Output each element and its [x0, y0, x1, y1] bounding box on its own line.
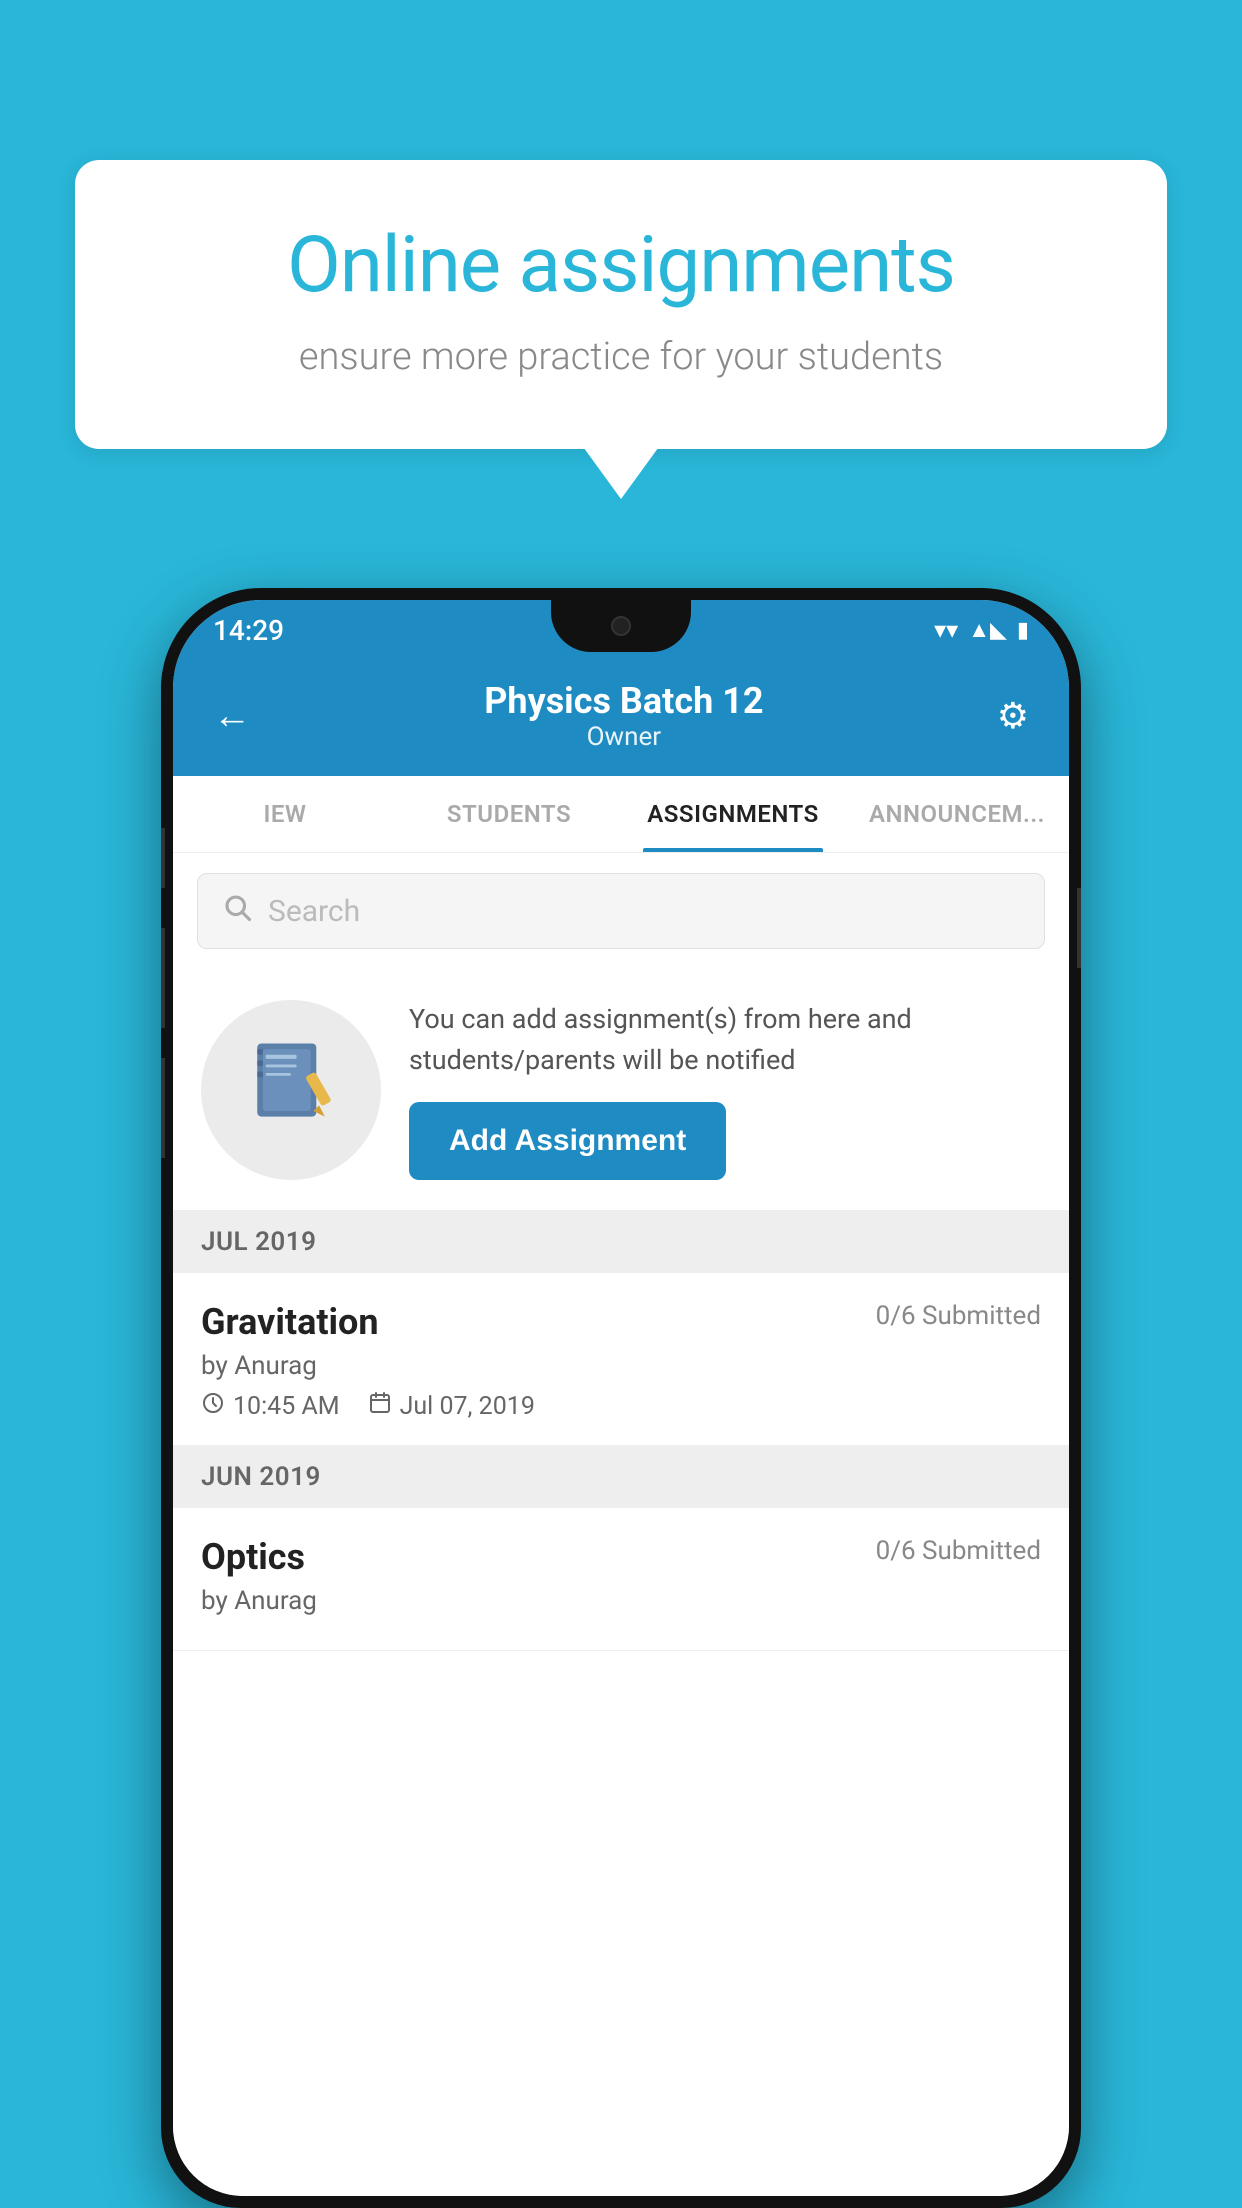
assignment-top-row-optics: Optics 0/6 Submitted [201, 1536, 1041, 1578]
assignment-by-optics: by Anurag [201, 1586, 1041, 1616]
silent-button [161, 828, 165, 888]
assignment-item-gravitation[interactable]: Gravitation 0/6 Submitted by Anurag 10:4… [173, 1273, 1069, 1446]
add-assignment-button[interactable]: Add Assignment [409, 1102, 726, 1180]
status-time: 14:29 [213, 614, 284, 647]
phone-notch [551, 600, 691, 652]
section-header-jul-2019: JUL 2019 [173, 1211, 1069, 1273]
speech-bubble-card: Online assignments ensure more practice … [75, 160, 1167, 449]
search-placeholder: Search [268, 894, 360, 929]
wifi-icon: ▾▾ [934, 616, 958, 644]
search-container: Search [173, 853, 1069, 969]
tab-students[interactable]: STUDENTS [397, 776, 621, 852]
phone-screen: 14:29 ▾▾ ▲◣ ▮ ← Physics Batch 12 Owner ⚙… [173, 600, 1069, 2196]
status-icons: ▾▾ ▲◣ ▮ [934, 616, 1029, 644]
tab-iew[interactable]: IEW [173, 776, 397, 852]
promo-description: You can add assignment(s) from here and … [409, 999, 1041, 1080]
clock-icon [201, 1391, 225, 1421]
assignment-name: Gravitation [201, 1301, 379, 1343]
signal-icon: ▲◣ [968, 617, 1007, 643]
promo-icon-circle [201, 1000, 381, 1180]
back-button[interactable]: ← [213, 694, 251, 738]
meta-time: 10:45 AM [201, 1391, 340, 1421]
calendar-icon [368, 1391, 392, 1421]
search-icon [222, 892, 252, 930]
phone-frame: 14:29 ▾▾ ▲◣ ▮ ← Physics Batch 12 Owner ⚙… [161, 588, 1081, 2208]
app-content: Search [173, 853, 1069, 2196]
settings-icon[interactable]: ⚙ [997, 695, 1029, 737]
assignment-by: by Anurag [201, 1351, 1041, 1381]
assignment-time: 10:45 AM [233, 1392, 340, 1421]
notebook-icon [246, 1035, 336, 1145]
assignment-date: Jul 07, 2019 [400, 1392, 535, 1421]
tabs-bar: IEW STUDENTS ASSIGNMENTS ANNOUNCEM... [173, 776, 1069, 853]
search-bar[interactable]: Search [197, 873, 1045, 949]
meta-date: Jul 07, 2019 [368, 1391, 535, 1421]
assignment-top-row: Gravitation 0/6 Submitted [201, 1301, 1041, 1343]
assignment-name-optics: Optics [201, 1536, 305, 1578]
battery-icon: ▮ [1017, 618, 1029, 643]
speech-bubble-subtitle: ensure more practice for your students [145, 335, 1097, 379]
assignment-submitted: 0/6 Submitted [876, 1301, 1041, 1331]
assignment-submitted-optics: 0/6 Submitted [876, 1536, 1041, 1566]
tab-assignments[interactable]: ASSIGNMENTS [621, 776, 845, 852]
assignment-meta: 10:45 AM Jul 07, 2019 [201, 1391, 1041, 1421]
promo-content: You can add assignment(s) from here and … [409, 999, 1041, 1180]
volume-down-button [161, 1058, 165, 1158]
header-title-group: Physics Batch 12 Owner [251, 680, 997, 752]
volume-up-button [161, 928, 165, 1028]
section-header-jun-2019: JUN 2019 [173, 1446, 1069, 1508]
power-button [1077, 888, 1081, 968]
header-title: Physics Batch 12 [251, 680, 997, 722]
assignment-item-optics[interactable]: Optics 0/6 Submitted by Anurag [173, 1508, 1069, 1651]
front-camera [611, 616, 631, 636]
tab-announcements[interactable]: ANNOUNCEM... [845, 776, 1069, 852]
app-header: ← Physics Batch 12 Owner ⚙ [173, 660, 1069, 776]
speech-bubble-title: Online assignments [145, 220, 1097, 311]
header-subtitle: Owner [251, 722, 997, 752]
promo-block: You can add assignment(s) from here and … [173, 969, 1069, 1211]
